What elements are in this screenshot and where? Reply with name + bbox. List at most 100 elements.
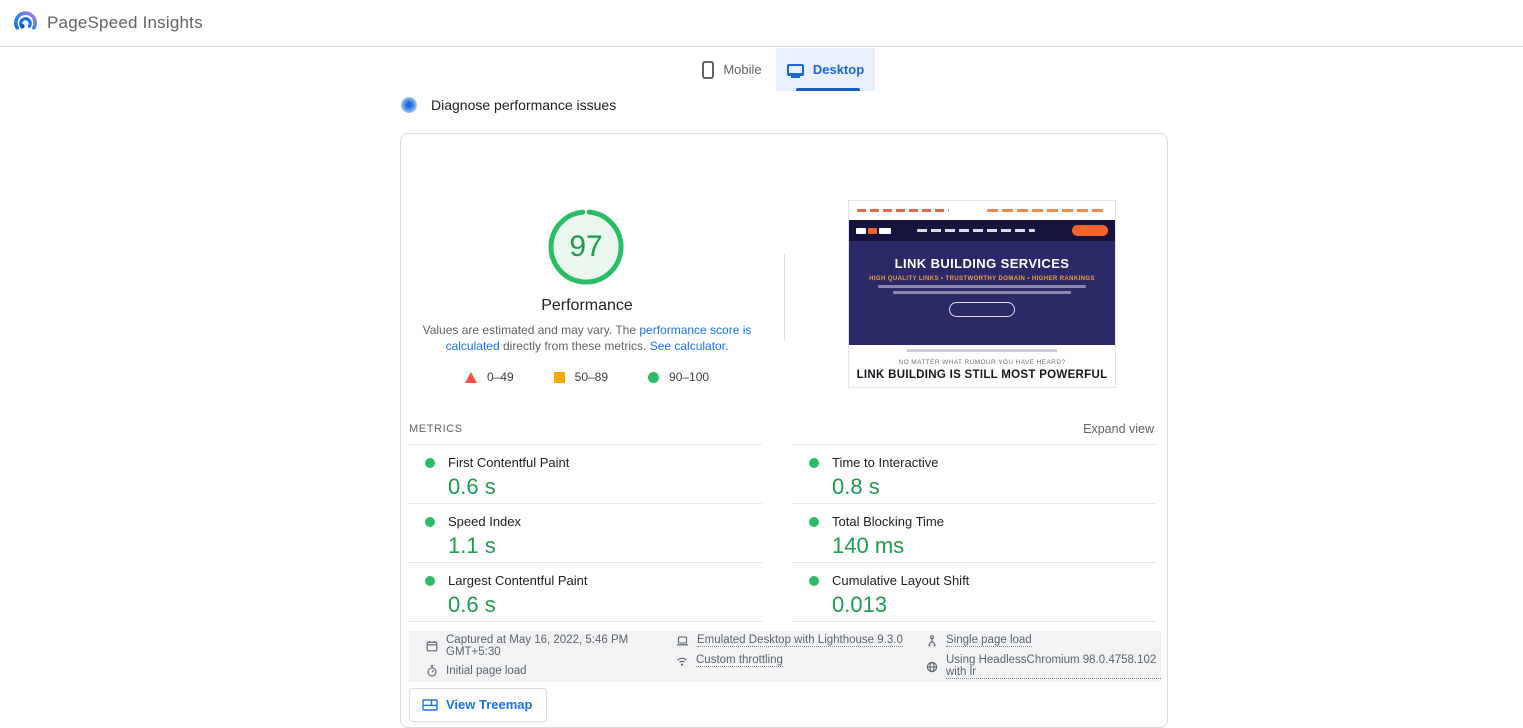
thumb-divider-strip — [849, 345, 1115, 355]
laptop-icon — [676, 635, 689, 645]
capture-text[interactable]: Single page load — [946, 634, 1032, 647]
app-logo[interactable]: PageSpeed Insights — [13, 9, 203, 37]
performance-score-value: 97 — [569, 230, 603, 263]
score-disclaimer: Values are estimated and may vary. The p… — [419, 322, 755, 354]
tab-desktop-label: Desktop — [812, 62, 865, 77]
pass-dot-icon — [809, 516, 819, 527]
thumb-topbar-left-text — [857, 209, 949, 212]
tab-mobile[interactable]: Mobile — [688, 48, 776, 91]
thumb-site-logo — [856, 227, 891, 234]
pass-dot-icon — [809, 575, 819, 586]
page-screenshot-thumbnail: LINK BUILDING SERVICES HIGH QUALITY LINK… — [848, 200, 1116, 388]
metric-total-blocking-time: Total Blocking Time 140 ms — [792, 504, 1157, 563]
metric-value: 140 ms — [832, 533, 905, 558]
speedometer-icon — [13, 9, 38, 37]
metric-value: 0.6 s — [448, 592, 496, 617]
globe-icon — [926, 661, 938, 672]
metric-label: First Contentful Paint — [448, 455, 570, 470]
metrics-grid: First Contentful Paint 0.6 s Speed Index… — [408, 444, 1162, 622]
capture-text[interactable]: Emulated Desktop with Lighthouse 9.3.0 — [697, 634, 903, 647]
metric-label: Time to Interactive — [832, 455, 939, 470]
app-title: PageSpeed Insights — [47, 13, 203, 32]
legend-average: 50–89 — [553, 370, 609, 384]
treemap-icon — [422, 698, 438, 711]
thumb-nav-cta-button — [1072, 225, 1108, 236]
view-treemap-label: View Treemap — [446, 697, 533, 712]
metric-value: 0.8 s — [832, 474, 880, 499]
metric-value: 0.6 s — [448, 474, 496, 499]
pass-dot-icon — [809, 457, 819, 468]
metric-value: 0.013 — [832, 592, 888, 617]
performance-report-card: 97 Performance Values are estimated and … — [400, 133, 1168, 728]
capture-column-3: Single page load Using HeadlessChromium … — [926, 634, 1161, 679]
capture-text[interactable]: Custom throttling — [696, 654, 783, 667]
thumb-hero-title: LINK BUILDING SERVICES — [894, 256, 1070, 271]
metrics-header: METRICS Expand view — [409, 422, 1154, 436]
thumb-tagline-small: NO MATTER WHAT RUMOUR YOU HAVE HEARD? — [898, 359, 1066, 366]
thumb-tagline-big: LINK BUILDING IS STILL MOST POWERFUL — [856, 369, 1108, 381]
gauge-thumbnail-divider — [784, 254, 785, 341]
metric-time-to-interactive: Time to Interactive 0.8 s — [792, 445, 1157, 504]
capture-column-2: Emulated Desktop with Lighthouse 9.3.0 C… — [676, 634, 926, 679]
metric-label: Total Blocking Time — [832, 514, 944, 529]
thumb-bottom-section: NO MATTER WHAT RUMOUR YOU HAVE HEARD? LI… — [849, 355, 1115, 387]
fork-icon — [928, 634, 936, 646]
tab-desktop[interactable]: Desktop — [776, 48, 875, 91]
disclaimer-text-2: directly from these metrics. — [499, 339, 650, 353]
disclaimer-text: Values are estimated and may vary. The — [422, 323, 640, 337]
phone-icon — [702, 60, 715, 79]
metric-label: Cumulative Layout Shift — [832, 573, 970, 588]
legend-pass-label: 90–100 — [669, 370, 710, 384]
capture-text: Initial page load — [446, 665, 527, 677]
metric-largest-contentful-paint: Largest Contentful Paint 0.6 s — [408, 563, 762, 622]
pass-circle-icon — [648, 371, 660, 383]
pass-dot-icon — [425, 575, 435, 586]
stopwatch-icon — [427, 665, 437, 677]
category-label: Performance — [541, 297, 633, 314]
app-header: PageSpeed Insights — [0, 0, 1523, 47]
capture-column-1: Captured at May 16, 2022, 5:46 PM GMT+5:… — [426, 634, 676, 679]
score-legend: 0–49 50–89 90–100 — [401, 370, 773, 384]
legend-fail: 0–49 — [464, 370, 514, 384]
fail-triangle-icon — [464, 371, 477, 383]
capture-text[interactable]: Using HeadlessChromium 98.0.4758.102 wit… — [946, 654, 1161, 679]
metric-label: Largest Contentful Paint — [448, 573, 588, 588]
metric-first-contentful-paint: First Contentful Paint 0.6 s — [408, 445, 762, 504]
capture-text: Captured at May 16, 2022, 5:46 PM GMT+5:… — [446, 634, 629, 658]
capture-browser: Using HeadlessChromium 98.0.4758.102 wit… — [926, 654, 1161, 679]
average-square-icon — [553, 371, 565, 383]
monitor-icon — [786, 63, 804, 78]
metrics-column-left: First Contentful Paint 0.6 s Speed Index… — [408, 444, 762, 622]
thumb-topbar — [849, 201, 1115, 220]
calendar-icon — [426, 641, 438, 652]
view-treemap-button[interactable]: View Treemap — [409, 688, 548, 722]
thumb-nav-menu — [917, 229, 1035, 232]
thumb-hero: LINK BUILDING SERVICES HIGH QUALITY LINK… — [849, 241, 1115, 345]
tab-mobile-label: Mobile — [723, 62, 762, 77]
legend-average-label: 50–89 — [574, 370, 609, 384]
capture-timestamp: Captured at May 16, 2022, 5:46 PM GMT+5:… — [426, 634, 676, 658]
legend-pass: 90–100 — [648, 370, 709, 384]
metric-cumulative-layout-shift: Cumulative Layout Shift 0.013 — [792, 563, 1157, 622]
thumb-topbar-right-text — [987, 209, 1107, 212]
expand-view-toggle[interactable]: Expand view — [1083, 422, 1154, 436]
capture-initial-page-load: Initial page load — [426, 665, 676, 677]
see-calculator-link[interactable]: See calculator. — [650, 339, 729, 353]
capture-page-load-type: Single page load — [926, 634, 1161, 647]
thumb-hero-body-line — [893, 291, 1071, 294]
capture-info-bar: Captured at May 16, 2022, 5:46 PM GMT+5:… — [409, 631, 1161, 682]
legend-fail-label: 0–49 — [486, 370, 514, 384]
thumb-hero-button — [949, 302, 1015, 317]
lab-data-icon — [401, 97, 417, 113]
metric-label: Speed Index — [448, 514, 522, 529]
capture-emulated-device: Emulated Desktop with Lighthouse 9.3.0 — [676, 634, 926, 647]
metric-value: 1.1 s — [448, 533, 496, 558]
metric-speed-index: Speed Index 1.1 s — [408, 504, 762, 563]
active-tab-underline — [796, 88, 860, 91]
performance-score-gauge[interactable]: 97 — [547, 208, 625, 286]
thumb-hero-subtitle: HIGH QUALITY LINKS • TRUSTWORTHY DOMAIN … — [869, 276, 1095, 282]
capture-throttling: Custom throttling — [676, 654, 926, 667]
diagnose-label: Diagnose performance issues — [431, 97, 617, 113]
pass-dot-icon — [425, 457, 435, 468]
metrics-column-right: Time to Interactive 0.8 s Total Blocking… — [792, 444, 1157, 622]
